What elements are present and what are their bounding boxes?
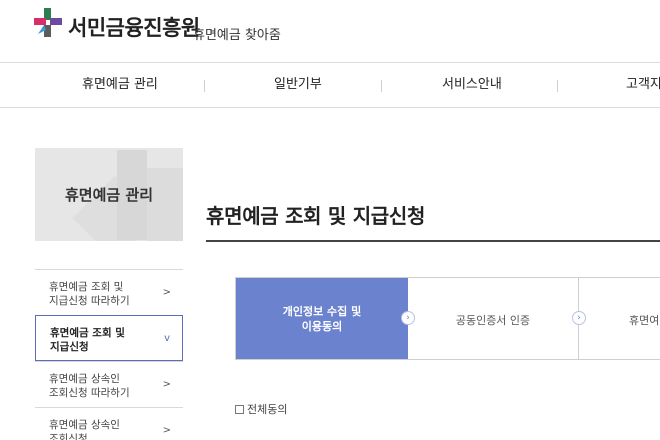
chevron-right-icon: > [162,379,171,390]
gnb-item-service-guide[interactable]: 서비스안내 [442,63,502,107]
gnb-item-customer[interactable]: 고객지 [626,63,660,107]
checkbox-icon[interactable] [235,405,244,414]
step-dormant-inquiry: 휴면여 [579,278,660,359]
gnb-divider [381,80,382,92]
step-indicator: 개인정보 수집 및 이용동의 공동인증서 인증 휴면여 › › [235,277,660,360]
step-label: 휴면여 [629,314,660,327]
step-consent: 개인정보 수집 및 이용동의 [236,278,408,359]
chevron-right-icon: › [401,311,415,325]
step-certificate: 공동인증서 인증 [408,278,579,359]
agree-all-checkbox[interactable]: 전체동의 [235,401,287,417]
step-label: 공동인증서 인증 [455,314,531,327]
page-title: 휴면예금 조회 및 지급신청 [206,204,426,228]
sidebar-item-inquiry[interactable]: 휴면예금 조회 및 지급신청 v [35,315,183,361]
chevron-right-icon: › [572,311,586,325]
chevron-right-icon: > [162,425,171,436]
step-label: 이용동의 [301,320,343,333]
sidebar-title-box: 휴면예금 관리 [35,148,183,241]
gnb-item-donation[interactable]: 일반기부 [274,63,322,107]
gnb-item-dormant-deposit[interactable]: 휴면예금 관리 [82,63,158,107]
title-divider [206,240,660,242]
sidebar-item-label: 지급신청 [50,341,89,353]
sidebar-item-inquiry-guide[interactable]: 휴면예금 조회 및 지급신청 따라하기 > [35,269,183,315]
sidebar-item-heir-guide[interactable]: 휴면예금 상속인 조회신청 따라하기 > [35,361,183,407]
sidebar-menu: 휴면예금 조회 및 지급신청 따라하기 > 휴면예금 조회 및 지급신청 v 휴… [35,269,183,440]
sidebar-item-heir-inquiry[interactable]: 휴면예금 상속인 조회신청 > [35,407,183,440]
service-name[interactable]: 휴면예금 찾아줌 [193,24,281,43]
sidebar-item-label: 휴면예금 조회 및 [50,327,125,339]
global-nav: 휴면예금 관리 일반기부 서비스안내 고객지 [0,62,660,108]
gnb-divider [204,80,205,92]
brand-name[interactable]: 서민금융진흥원 [68,12,200,42]
chevron-right-icon: > [162,287,171,298]
sidebar-title: 휴면예금 관리 [64,186,154,204]
logo-icon[interactable] [34,8,66,40]
step-label: 개인정보 수집 및 [282,305,362,318]
chevron-down-icon: v [164,333,170,344]
gnb-divider [557,80,558,92]
header: 서민금융진흥원 휴면예금 찾아줌 [0,0,660,62]
agree-all-label: 전체동의 [247,403,288,416]
